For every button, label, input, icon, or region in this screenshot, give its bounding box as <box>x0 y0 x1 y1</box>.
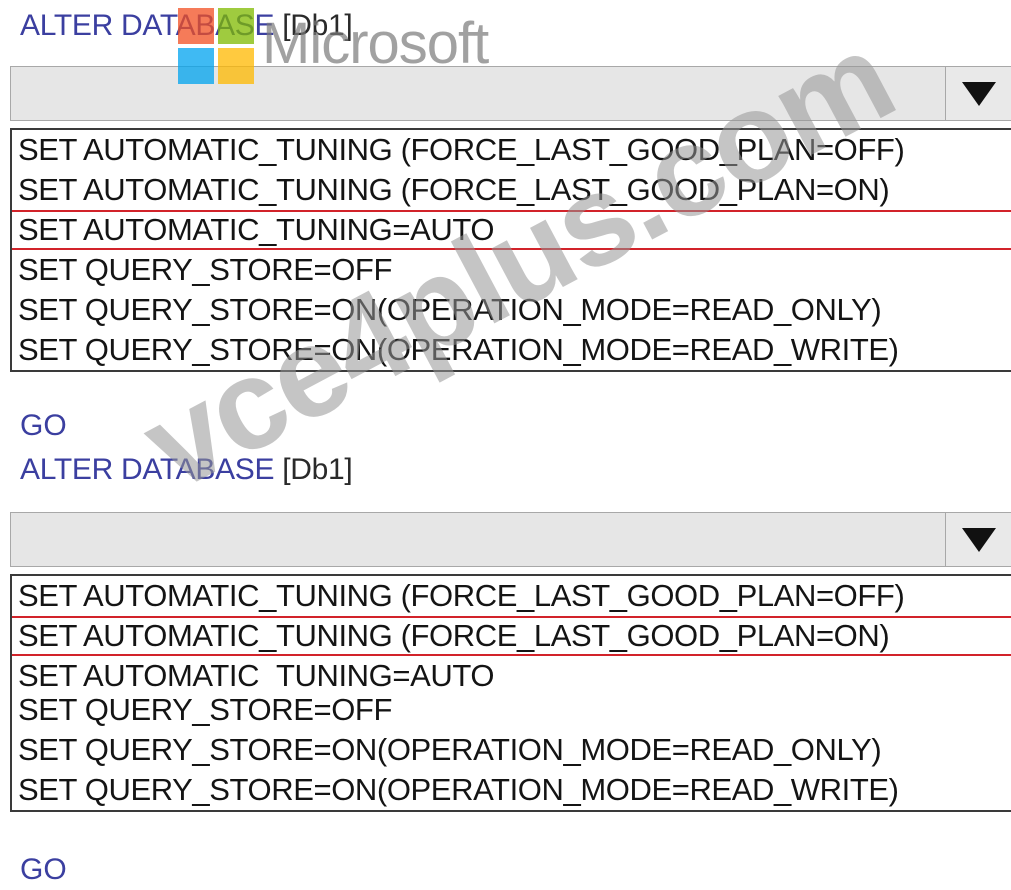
option-list-2: SET AUTOMATIC_TUNING (FORCE_LAST_GOOD_PL… <box>10 574 1011 812</box>
dropdown-toggle-button[interactable] <box>945 513 1011 566</box>
caret-down-icon <box>961 527 996 552</box>
option-item[interactable]: SET AUTOMATIC_TUNING (FORCE_LAST_GOOD_PL… <box>12 576 1011 616</box>
microsoft-logo <box>178 8 258 88</box>
go-statement-1: GO <box>20 409 67 442</box>
option-item[interactable]: SET AUTOMATIC_TUNING=AUTO <box>12 656 1011 690</box>
option-dropdown-2[interactable] <box>10 512 1011 567</box>
option-item[interactable]: SET QUERY_STORE=ON(OPERATION_MODE=READ_O… <box>12 730 1011 770</box>
go-statement-2: GO <box>20 853 67 886</box>
dropdown-toggle-button[interactable] <box>945 67 1011 120</box>
option-item[interactable]: SET QUERY_STORE=ON(OPERATION_MODE=READ_W… <box>12 770 1011 810</box>
microsoft-watermark-text: Microsoft <box>262 11 489 76</box>
option-item[interactable]: SET QUERY_STORE=OFF <box>12 690 1011 730</box>
caret-down-icon <box>961 81 996 106</box>
option-item-selected[interactable]: SET AUTOMATIC_TUNING (FORCE_LAST_GOOD_PL… <box>12 616 1011 656</box>
